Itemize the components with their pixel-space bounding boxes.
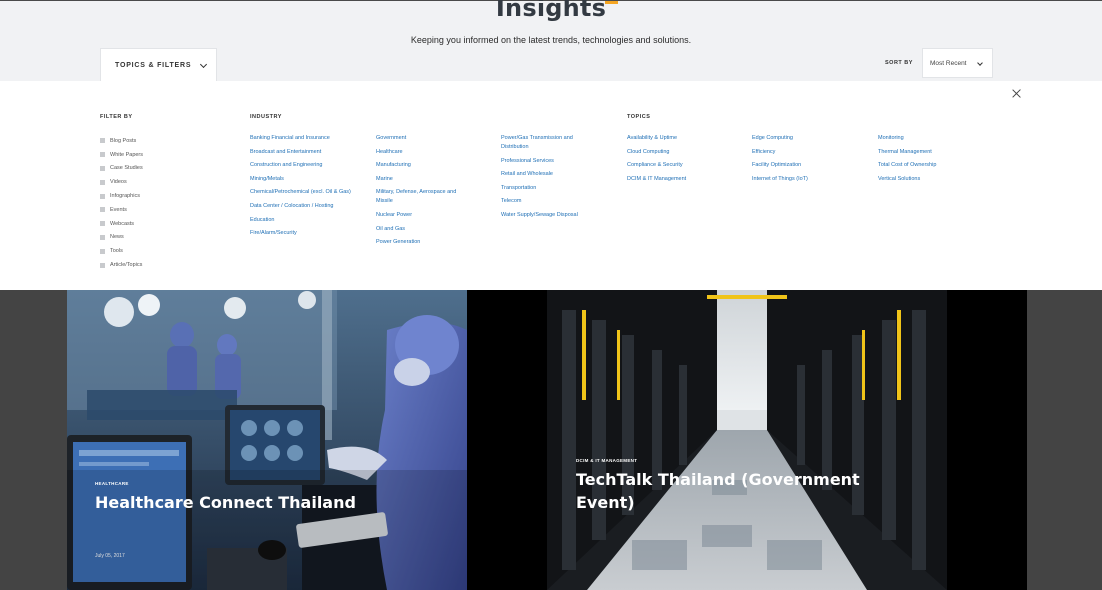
filter-by-item[interactable]: White Papers	[100, 148, 143, 162]
industry-link[interactable]: Nuclear Power	[376, 211, 464, 220]
topic-link[interactable]: Compliance & Security	[627, 161, 737, 170]
filter-by-item[interactable]: Infographics	[100, 189, 143, 203]
card-title: Healthcare Connect Thailand	[95, 491, 395, 514]
filter-by-label: Blog Posts	[110, 138, 136, 144]
card-category: DCIM & IT MANAGEMENT	[576, 458, 637, 463]
topics-heading: TOPICS	[627, 114, 650, 120]
insights-card-grid: HEALTHCARE Healthcare Connect Thailand J…	[0, 290, 1102, 590]
filter-panel: FILTER BY Blog Posts White Papers Case S…	[0, 81, 1102, 290]
checkbox-icon[interactable]	[100, 235, 105, 240]
filter-by-item[interactable]: News	[100, 231, 143, 245]
industry-link[interactable]: Government	[376, 134, 464, 143]
filter-by-label: Infographics	[110, 193, 140, 199]
industry-heading: INDUSTRY	[250, 114, 282, 120]
filter-by-label: Tools	[110, 248, 123, 254]
filter-by-label: News	[110, 234, 124, 240]
chevron-down-icon	[200, 60, 207, 67]
industry-link[interactable]: Data Center / Colocation / Hosting	[250, 202, 360, 211]
filter-by-label: Case Studies	[110, 165, 143, 171]
industry-link[interactable]: Water Supply/Sewage Disposal	[501, 211, 596, 220]
topic-link[interactable]: Monitoring	[878, 134, 988, 143]
page-title: Insights	[0, 0, 1102, 22]
industry-link[interactable]: Mining/Metals	[250, 175, 360, 184]
page-subtitle: Keeping you informed on the latest trend…	[0, 35, 1102, 45]
topics-column-1: Availability & Uptime Cloud Computing Co…	[627, 134, 737, 188]
filter-by-item[interactable]: Tools	[100, 244, 143, 258]
filter-by-label: Events	[110, 207, 127, 213]
filter-by-item[interactable]: Events	[100, 203, 143, 217]
card-category: HEALTHCARE	[95, 481, 129, 486]
close-icon[interactable]	[1011, 88, 1023, 100]
industry-link[interactable]: Banking Financial and Insurance	[250, 134, 360, 143]
data-center-image	[467, 290, 1027, 590]
filter-by-item[interactable]: Videos	[100, 175, 143, 189]
topics-filters-label: TOPICS & FILTERS	[115, 62, 191, 69]
industry-link[interactable]: Military, Defense, Aerospace and Missile	[376, 188, 464, 206]
filter-by-item[interactable]: Article/Topics	[100, 258, 143, 272]
topic-link[interactable]: Edge Computing	[752, 134, 862, 143]
industry-link[interactable]: Fire/Alarm/Security	[250, 229, 360, 238]
chevron-down-icon	[977, 60, 983, 66]
topics-column-3: Monitoring Thermal Management Total Cost…	[878, 134, 988, 188]
sort-label: SORT BY	[885, 60, 913, 66]
checkbox-icon[interactable]	[100, 152, 105, 157]
card-date: July 05, 2017	[95, 553, 125, 559]
filter-by-label: Article/Topics	[110, 262, 142, 268]
topic-link[interactable]: Thermal Management	[878, 148, 988, 157]
checkbox-icon[interactable]	[100, 180, 105, 185]
sort-value: Most Recent	[930, 60, 967, 67]
topic-link[interactable]: Total Cost of Ownership	[878, 161, 988, 170]
sort-select[interactable]: Most Recent	[922, 48, 993, 78]
topic-link[interactable]: Vertical Solutions	[878, 175, 988, 184]
insights-header: Insights Keeping you informed on the lat…	[0, 0, 1102, 81]
topic-link[interactable]: Efficiency	[752, 148, 862, 157]
filter-by-label: Webcasts	[110, 221, 134, 227]
industry-link[interactable]: Education	[250, 216, 360, 225]
industry-link[interactable]: Power/Gas Transmission and Distribution	[501, 134, 596, 152]
topic-link[interactable]: Internet of Things (IoT)	[752, 175, 862, 184]
topics-column-2: Edge Computing Efficiency Facility Optim…	[752, 134, 862, 188]
checkbox-icon[interactable]	[100, 221, 105, 226]
topic-link[interactable]: Availability & Uptime	[627, 134, 737, 143]
industry-link[interactable]: Power Generation	[376, 238, 464, 247]
checkbox-icon[interactable]	[100, 249, 105, 254]
industry-link[interactable]: Transportation	[501, 184, 596, 193]
industry-link[interactable]: Construction and Engineering	[250, 161, 360, 170]
checkbox-icon[interactable]	[100, 207, 105, 212]
topic-link[interactable]: DCIM & IT Management	[627, 175, 737, 184]
filter-by-label: Videos	[110, 179, 127, 185]
filter-by-item[interactable]: Case Studies	[100, 162, 143, 176]
topics-filters-toggle[interactable]: TOPICS & FILTERS	[100, 48, 217, 82]
checkbox-icon[interactable]	[100, 194, 105, 199]
industry-column-2: Government Healthcare Manufacturing Mari…	[376, 134, 464, 252]
card-title: TechTalk Thailand (Government Event)	[576, 468, 866, 514]
title-accent	[605, 1, 618, 4]
filter-by-item[interactable]: Blog Posts	[100, 134, 143, 148]
industry-link[interactable]: Manufacturing	[376, 161, 464, 170]
industry-link[interactable]: Chemical/Petrochemical (excl. Oil & Gas)	[250, 188, 360, 197]
insights-page: Insights Keeping you informed on the lat…	[0, 0, 1102, 590]
filter-by-heading: FILTER BY	[100, 114, 133, 120]
industry-link[interactable]: Retail and Wholesale	[501, 170, 596, 179]
filter-by-item[interactable]: Webcasts	[100, 217, 143, 231]
filter-by-list: Blog Posts White Papers Case Studies Vid…	[100, 134, 143, 272]
card-healthcare-connect[interactable]: HEALTHCARE Healthcare Connect Thailand J…	[67, 290, 467, 590]
industry-link[interactable]: Oil and Gas	[376, 225, 464, 234]
checkbox-icon[interactable]	[100, 138, 105, 143]
industry-link[interactable]: Telecom	[501, 197, 596, 206]
industry-link[interactable]: Broadcast and Entertainment	[250, 148, 360, 157]
industry-column-3: Power/Gas Transmission and Distribution …	[501, 134, 596, 225]
filter-by-label: White Papers	[110, 152, 143, 158]
industry-link[interactable]: Healthcare	[376, 148, 464, 157]
industry-column-1: Banking Financial and Insurance Broadcas…	[250, 134, 360, 243]
industry-link[interactable]: Professional Services	[501, 157, 596, 166]
checkbox-icon[interactable]	[100, 263, 105, 268]
operating-room-image	[67, 290, 467, 590]
topic-link[interactable]: Cloud Computing	[627, 148, 737, 157]
checkbox-icon[interactable]	[100, 166, 105, 171]
card-techtalk-thailand[interactable]: DCIM & IT MANAGEMENT TechTalk Thailand (…	[467, 290, 1027, 590]
industry-link[interactable]: Marine	[376, 175, 464, 184]
topic-link[interactable]: Facility Optimization	[752, 161, 862, 170]
